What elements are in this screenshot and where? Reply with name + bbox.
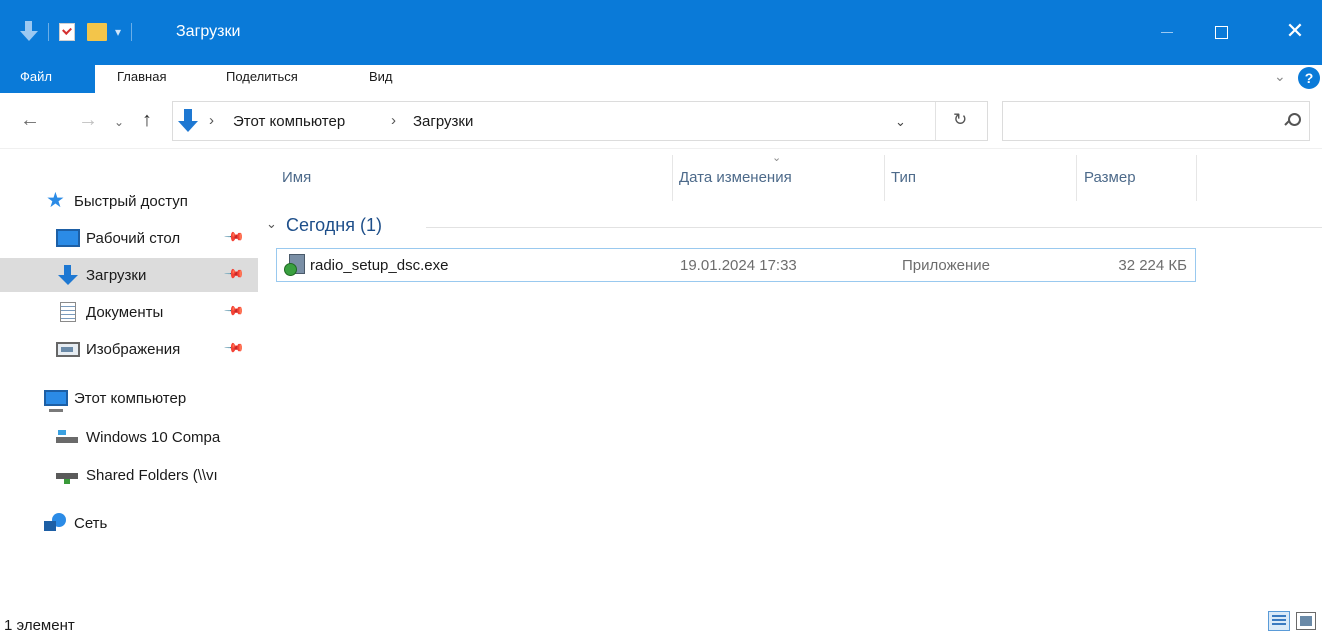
group-header-today[interactable]: ⌄ Сегодня (1) <box>258 211 1322 241</box>
sidebar-item-label: Shared Folders (\\vı <box>86 466 218 484</box>
sidebar-item-label: Изображения <box>86 340 181 358</box>
installer-icon <box>284 254 306 276</box>
file-row[interactable]: radio_setup_dsc.exe 19.01.2024 17:33 При… <box>276 248 1196 282</box>
drive-icon <box>56 427 80 447</box>
computer-icon <box>44 390 68 412</box>
address-bar[interactable]: › Этот компьютер › Загрузки ⌄ ↻ <box>172 101 988 141</box>
downloads-icon <box>56 265 80 285</box>
sidebar-item-desktop[interactable]: Рабочий стол 📌 <box>0 221 258 255</box>
sidebar-item-documents[interactable]: Документы 📌 <box>0 295 258 329</box>
column-header-size[interactable]: Размер <box>1084 169 1136 186</box>
search-icon[interactable] <box>1285 113 1301 127</box>
maximize-icon <box>1214 26 1228 40</box>
close-button[interactable]: ✕ <box>1272 14 1318 50</box>
downloads-location-icon <box>177 107 199 135</box>
sidebar-item-pictures[interactable]: Изображения 📌 <box>0 332 258 366</box>
item-count: 1 элемент <box>4 617 75 634</box>
pin-icon[interactable]: 📌 <box>223 300 245 323</box>
network-drive-icon <box>56 465 80 485</box>
sort-indicator-icon: ⌄ <box>772 152 782 164</box>
file-size: 32 224 КБ <box>1118 257 1187 274</box>
navigation-pane: Быстрый доступ Рабочий стол 📌 Загрузки 📌… <box>0 149 258 604</box>
tab-home[interactable]: Главная <box>117 69 166 84</box>
column-divider[interactable] <box>1076 155 1077 201</box>
sidebar-item-label: Рабочий стол <box>86 229 181 247</box>
breadcrumb-this-pc[interactable]: Этот компьютер <box>233 113 345 130</box>
sidebar-item-label: Windows 10 Compa <box>86 428 221 446</box>
pictures-icon <box>56 341 80 357</box>
documents-icon <box>60 302 76 322</box>
breadcrumb-separator[interactable]: › <box>391 112 396 129</box>
pin-icon[interactable]: 📌 <box>223 226 245 249</box>
sidebar-item-this-pc[interactable]: Этот компьютер <box>0 381 258 415</box>
column-divider[interactable] <box>672 155 673 201</box>
window-title: Загрузки <box>176 23 241 40</box>
back-button[interactable]: ← <box>20 109 40 132</box>
tab-share[interactable]: Поделиться <box>226 69 298 84</box>
column-header-name[interactable]: Имя <box>282 169 311 186</box>
sidebar-item-quick-access[interactable]: Быстрый доступ <box>0 184 258 218</box>
downloads-arrow-icon[interactable] <box>20 20 38 44</box>
sidebar-item-windows-drive[interactable]: Windows 10 Compa <box>0 420 258 454</box>
file-list: ⌄ Имя Дата изменения Тип Размер ⌄ Сегодн… <box>258 149 1322 604</box>
desktop-icon <box>56 229 80 247</box>
help-icon[interactable]: ? <box>1298 67 1320 89</box>
column-divider[interactable] <box>884 155 885 201</box>
pin-icon[interactable]: 📌 <box>223 337 245 360</box>
toolbar-divider <box>131 23 133 41</box>
breadcrumb-downloads[interactable]: Загрузки <box>413 113 473 130</box>
sidebar-item-label: Загрузки <box>86 266 147 284</box>
network-icon <box>44 513 68 533</box>
forward-button[interactable]: → <box>78 109 98 132</box>
collapse-chevron-icon[interactable]: ⌄ <box>266 216 277 232</box>
sidebar-item-label: Документы <box>86 303 164 321</box>
sidebar-item-label: Этот компьютер <box>74 389 187 407</box>
ribbon-expand-icon[interactable]: ⌄ <box>1274 68 1286 85</box>
refresh-icon[interactable]: ↻ <box>953 110 967 130</box>
search-input[interactable] <box>1002 101 1310 141</box>
address-history-chevron-icon[interactable]: ⌄ <box>895 114 906 130</box>
large-icons-view-icon[interactable] <box>1296 612 1316 630</box>
sidebar-item-shared-folders[interactable]: Shared Folders (\\vı <box>0 458 258 492</box>
new-folder-icon[interactable] <box>87 23 107 41</box>
maximize-button[interactable] <box>1198 14 1244 50</box>
properties-icon[interactable] <box>59 23 75 41</box>
column-header-type[interactable]: Тип <box>891 169 916 186</box>
quick-access-toolbar: ▾ <box>20 20 142 44</box>
minimize-button[interactable] <box>1144 14 1190 50</box>
toolbar-divider <box>48 23 49 41</box>
column-divider[interactable] <box>1196 155 1197 201</box>
tab-view[interactable]: Вид <box>369 69 393 84</box>
column-header-date[interactable]: Дата изменения <box>679 169 792 186</box>
group-divider <box>426 227 1322 228</box>
breadcrumb-separator[interactable]: › <box>209 112 214 129</box>
file-name[interactable]: radio_setup_dsc.exe <box>310 257 448 274</box>
sidebar-item-downloads[interactable]: Загрузки 📌 <box>0 258 258 292</box>
ribbon-tabs: Файл Главная Поделиться Вид ⌄ ? <box>0 65 1322 93</box>
star-icon <box>44 188 68 213</box>
customize-dropdown-icon[interactable]: ▾ <box>115 25 121 39</box>
tab-file[interactable]: Файл <box>0 65 95 93</box>
up-button[interactable]: ↑ <box>142 109 152 132</box>
file-type: Приложение <box>902 257 990 274</box>
minimize-icon <box>1161 32 1173 34</box>
sidebar-item-label: Быстрый доступ <box>74 192 188 210</box>
details-view-icon[interactable] <box>1268 611 1290 631</box>
recent-locations-chevron-icon[interactable]: ⌄ <box>114 115 124 129</box>
status-bar: 1 элемент <box>0 604 1322 636</box>
navigation-bar: ← → ⌄ ↑ › Этот компьютер › Загрузки ⌄ ↻ <box>0 93 1322 149</box>
group-label: Сегодня (1) <box>286 215 382 235</box>
title-bar: ▾ Загрузки ✕ <box>0 0 1322 65</box>
sidebar-item-label: Сеть <box>74 514 108 532</box>
address-divider <box>935 102 936 140</box>
file-date: 19.01.2024 17:33 <box>680 257 797 274</box>
pin-icon[interactable]: 📌 <box>223 263 245 286</box>
sidebar-item-network[interactable]: Сеть <box>0 506 258 540</box>
